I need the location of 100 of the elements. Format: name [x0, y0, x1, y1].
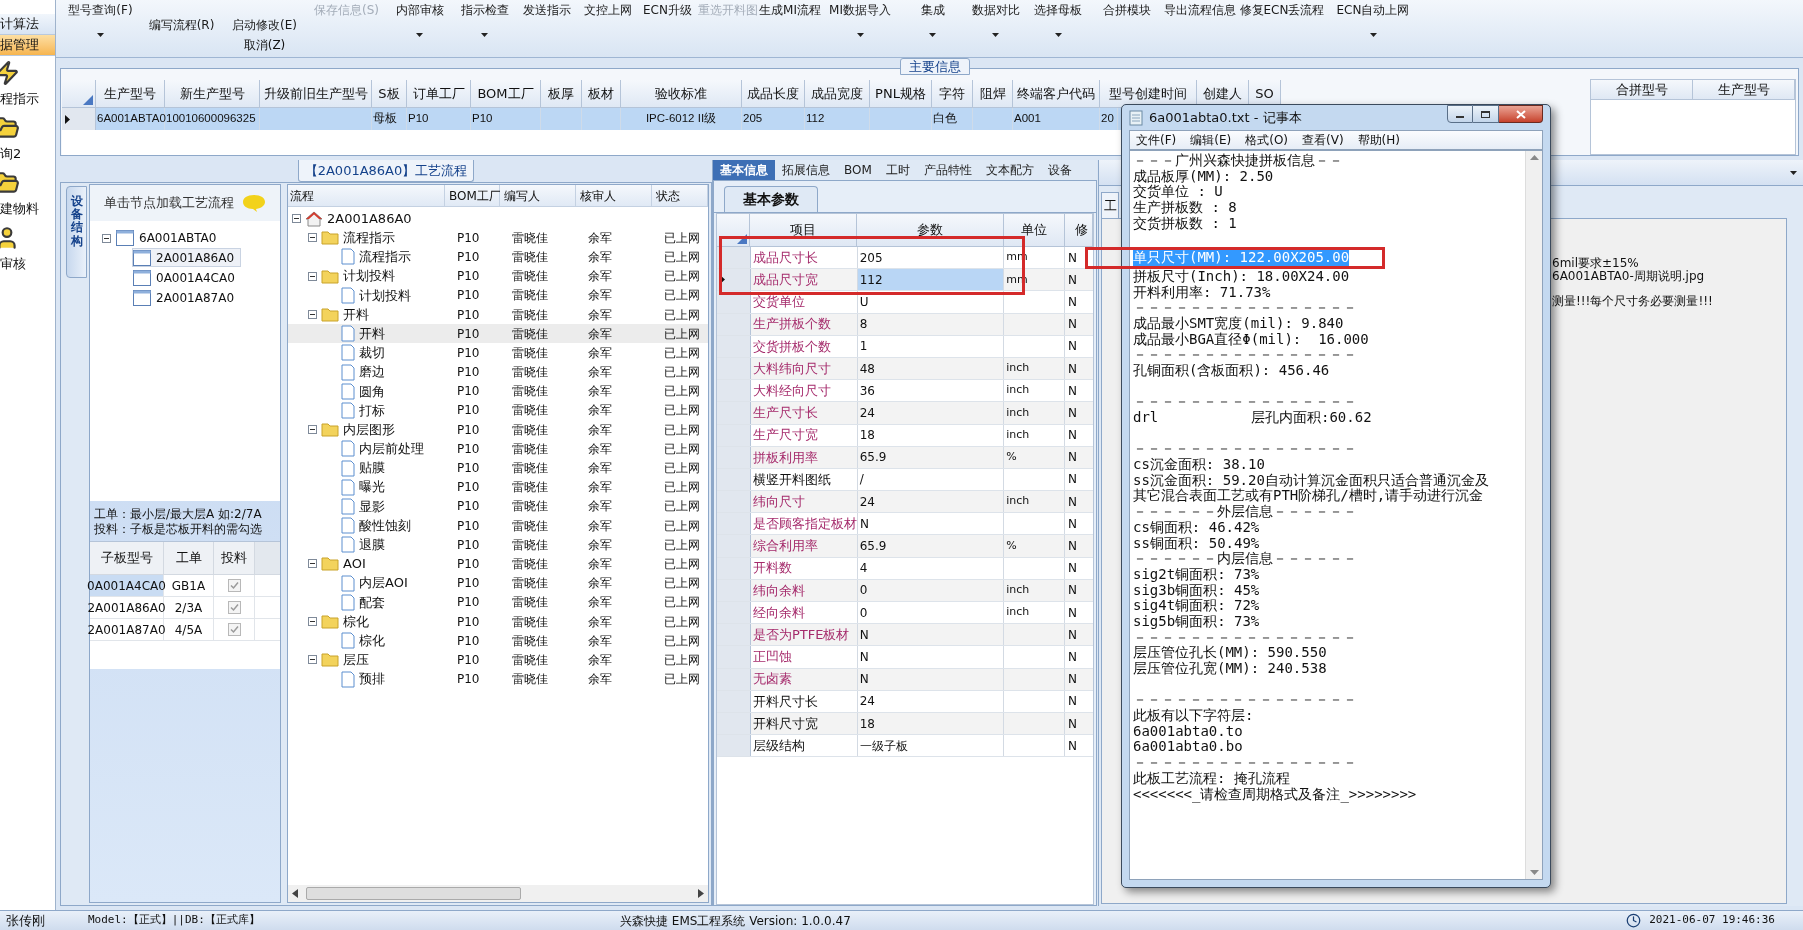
column-header[interactable]: 编写人 — [500, 185, 576, 207]
toolbar-button[interactable]: ECN升级 — [641, 1, 694, 19]
table-row[interactable]: 经向余料 0 inch N — [717, 602, 1093, 625]
column-header[interactable]: 验收标准 — [621, 80, 742, 108]
flow-row[interactable]: 流程指示 P10 雷晓佳 余军 已上网 — [288, 247, 708, 267]
flow-row[interactable]: 内层AOI P10 雷晓佳 余军 已上网 — [288, 573, 708, 593]
toolbar-button[interactable]: 启动修改(E) — [230, 16, 299, 34]
collapse-icon[interactable] — [308, 310, 317, 320]
toolbar-button[interactable]: 集成 — [918, 1, 947, 37]
toolbar-button[interactable]: 数据对比 — [969, 1, 1022, 37]
column-header[interactable]: 子板型号 — [90, 542, 164, 575]
column-header[interactable]: 新生产型号 — [165, 80, 260, 108]
table-row[interactable]: 纬向余料 0 inch N — [717, 579, 1093, 602]
toolbar-button[interactable]: 生成MI流程 — [757, 1, 823, 19]
toolbar-button[interactable]: 文控上网 — [582, 1, 634, 19]
horizontal-scrollbar[interactable] — [288, 885, 708, 902]
checkbox[interactable] — [227, 623, 241, 636]
flow-row[interactable]: 圆角 P10 雷晓佳 余军 已上网 — [288, 381, 708, 401]
column-header[interactable]: 投料 — [214, 542, 255, 575]
tab[interactable]: 基本信息 — [713, 160, 775, 180]
column-header[interactable]: 生产型号 — [1693, 80, 1795, 100]
side-tab[interactable]: 设备结构 — [66, 186, 87, 278]
vertical-scrollbar[interactable] — [1525, 151, 1542, 879]
collapse-icon[interactable] — [308, 655, 317, 665]
flow-row[interactable]: 棕化 P10 雷晓佳 余军 已上网 — [288, 611, 708, 632]
column-header[interactable]: 修 — [1065, 214, 1093, 247]
menu-item[interactable]: 查看(V) — [1302, 131, 1344, 149]
collapse-icon[interactable] — [292, 214, 301, 224]
flow-row[interactable]: 棕化 P10 雷晓佳 余军 已上网 — [288, 631, 708, 651]
table-row[interactable]: 纬向尺寸 24 inch N — [717, 491, 1093, 514]
toolbar-button[interactable]: 选择母板 — [1032, 1, 1084, 37]
table-row[interactable]: 大料纬向尺寸 48 inch N — [717, 357, 1093, 381]
collapse-icon[interactable] — [308, 617, 317, 627]
column-header[interactable]: 成品长度 — [742, 80, 805, 108]
down-arrow-icon[interactable] — [1529, 870, 1539, 875]
tab[interactable]: 工 — [1101, 192, 1119, 218]
column-header[interactable]: PNL规格 — [870, 80, 932, 108]
flow-row[interactable]: 2A001A86A0 — [288, 209, 708, 229]
table-row[interactable]: 层级结构 一级子板 N — [717, 735, 1093, 758]
column-header[interactable]: 合拼型号 — [1591, 80, 1693, 100]
flow-row[interactable]: 显影 P10 雷晓佳 余军 已上网 — [288, 496, 708, 516]
table-row[interactable]: 拼板利用率 65.9 % N — [717, 446, 1093, 469]
flow-row[interactable]: 退膜 P10 雷晓佳 余军 已上网 — [288, 535, 708, 555]
table-row[interactable]: 开料尺寸宽 18 N — [717, 712, 1093, 736]
left-arrow-icon[interactable] — [292, 889, 298, 898]
collapse-icon[interactable] — [308, 425, 317, 435]
tree-node[interactable]: 2A001A86A0 — [132, 248, 242, 267]
column-header[interactable]: BOM工厂 — [471, 80, 541, 108]
toolbar-button[interactable]: 编写流程(R) — [146, 16, 217, 34]
table-row[interactable]: 生产拼板个数 8 N — [717, 313, 1093, 336]
flow-row[interactable]: 内层图形 P10 雷晓佳 余军 已上网 — [288, 420, 708, 440]
flow-row[interactable]: 配套 P10 雷晓佳 余军 已上网 — [288, 592, 708, 612]
column-header[interactable]: 工单 — [164, 542, 214, 575]
table-row[interactable]: 6A001ABTA010010600096325 母板 P10 P10 IPC-6012 II级 205 112 白色 A001 20 — [62, 108, 1118, 130]
table-row[interactable]: 无卤素 N N — [717, 668, 1093, 691]
scroll-thumb[interactable] — [306, 887, 521, 900]
table-row[interactable]: 大料经向尺寸 36 inch N — [717, 380, 1093, 403]
column-header[interactable]: S板 — [372, 80, 407, 108]
flow-row[interactable]: 打标 P10 雷晓佳 余军 已上网 — [288, 400, 708, 421]
menu-item[interactable]: 帮助(H) — [1357, 131, 1400, 149]
table-row[interactable]: 是否顾客指定板材 N N — [717, 513, 1093, 536]
sidebar-item[interactable]: 据管理 — [0, 35, 55, 56]
up-arrow-icon[interactable] — [1529, 155, 1539, 160]
column-header[interactable]: 单位 — [1004, 214, 1065, 247]
flow-row[interactable]: 磨边 P10 雷晓佳 余军 已上网 — [288, 362, 708, 382]
table-row[interactable]: 综合利用率 65.9 % N — [717, 535, 1093, 558]
table-row[interactable]: 正凹蚀 N N — [717, 646, 1093, 669]
flow-row[interactable]: 开料 P10 雷晓佳 余军 已上网 — [288, 304, 708, 325]
flow-row[interactable]: 裁切 P10 雷晓佳 余军 已上网 — [288, 343, 708, 363]
table-row[interactable]: 横竖开料图纸 / N — [717, 468, 1093, 492]
table-row[interactable]: 交货拼板个数 1 N — [717, 335, 1093, 358]
column-header[interactable]: 终端客户代码 — [1013, 80, 1100, 108]
collapse-icon[interactable] — [308, 559, 317, 569]
column-header[interactable]: BOM工厂 — [445, 185, 500, 207]
collapse-icon[interactable] — [308, 271, 317, 281]
table-row[interactable]: 生产尺寸宽 18 inch N — [717, 424, 1093, 447]
flow-row[interactable]: 内层前处理 P10 雷晓佳 余军 已上网 — [288, 439, 708, 459]
checkbox[interactable] — [227, 601, 241, 614]
tab[interactable]: 文本配方 — [978, 160, 1041, 180]
table-row[interactable]: 是否为PTFE板材 N N — [717, 624, 1093, 647]
tab[interactable]: 工时 — [878, 160, 917, 180]
flow-row[interactable]: 计划投料 P10 雷晓佳 余军 已上网 — [288, 266, 708, 286]
flow-row[interactable]: 曝光 P10 雷晓佳 余军 已上网 — [288, 477, 708, 497]
column-header[interactable]: 阻焊 — [973, 80, 1013, 108]
menu-item[interactable]: 格式(O) — [1245, 131, 1289, 149]
table-row[interactable]: 2A001A86A0 2/3A — [90, 597, 280, 619]
column-header[interactable]: 升级前旧生产型号 — [260, 80, 372, 108]
tree-node[interactable]: 2A001A87A0 — [132, 288, 242, 307]
right-arrow-icon[interactable] — [698, 889, 704, 898]
toolbar-button[interactable]: 合拼模块 — [1101, 1, 1153, 19]
column-header[interactable]: 板材 — [582, 80, 621, 108]
column-header[interactable]: 核审人 — [576, 185, 652, 207]
toolbar-button[interactable]: 发送指示 — [521, 1, 573, 19]
maximize-button[interactable] — [1473, 105, 1499, 123]
flow-row[interactable]: 贴膜 P10 雷晓佳 余军 已上网 — [288, 458, 708, 478]
toolbar-button[interactable]: 内部审核 — [393, 1, 446, 37]
tab[interactable]: 设备 — [1040, 160, 1079, 180]
menu-item[interactable]: 编辑(E) — [1190, 131, 1232, 149]
close-button[interactable] — [1499, 105, 1543, 123]
toolbar-button[interactable]: 型号查询(F) — [66, 1, 135, 37]
